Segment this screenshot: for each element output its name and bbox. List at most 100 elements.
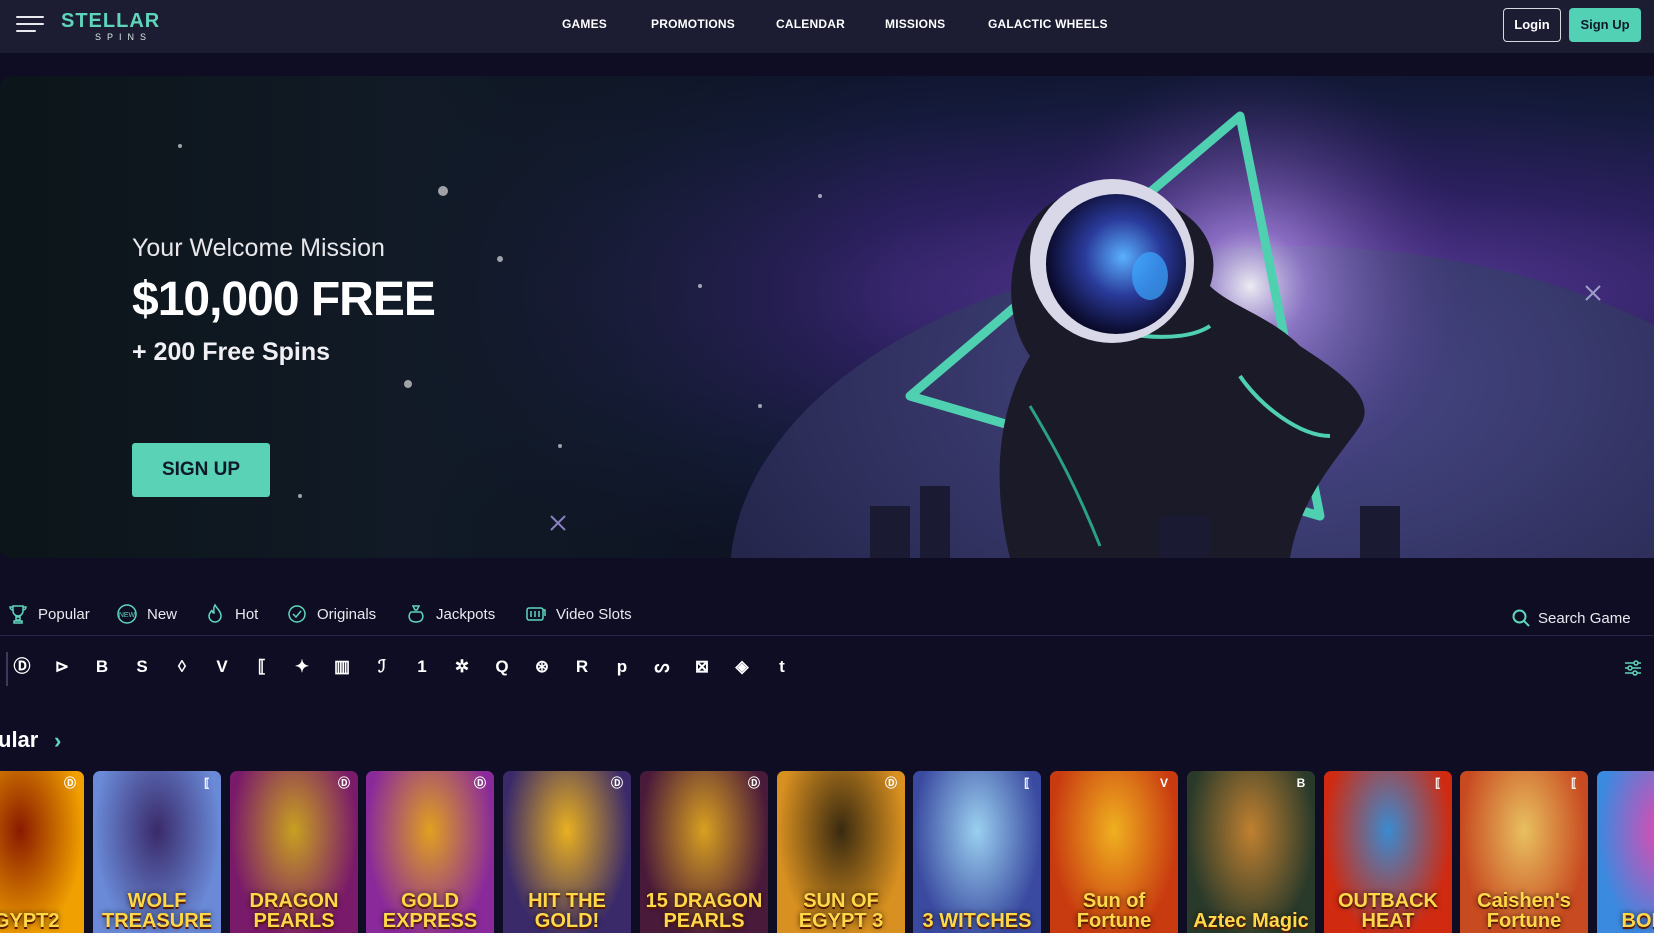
tab-label: Video Slots [556,605,632,623]
hero-headline: $10,000 FREE [132,273,436,326]
game-title: GOLD EXPRESS [382,890,478,932]
game-title: SUN OF EGYPT 3 [798,890,884,932]
game-thumbnail [1187,771,1315,933]
logo[interactable]: STELLAR SPINS [61,10,181,42]
logo-text: STELLAR [61,10,161,32]
game-title: Sun of Fortune [1076,890,1152,932]
hamburger-menu-icon[interactable] [16,16,44,34]
tab-popular[interactable]: Popular [6,598,90,630]
provider-icon[interactable]: S [128,653,156,681]
game-title: OUTBACK HEAT [1338,890,1438,932]
provider-icon[interactable]: ⊠ [688,653,716,681]
provider-icon[interactable]: V [208,653,236,681]
game-title: Caishen's Fortune [1477,890,1571,932]
logo-subtext: SPINS [95,32,153,42]
search-icon [1512,609,1530,627]
money-bag-icon [408,605,424,623]
provider-icon[interactable]: ⊛ [528,653,556,681]
provider-badge-icon: ⟦ [1024,776,1030,790]
tab-video-slots[interactable]: Video Slots [524,598,632,630]
section-chevron-right-icon[interactable]: › [54,728,61,754]
game-title: BON BU [1621,910,1654,932]
signup-button[interactable]: Sign Up [1569,8,1641,42]
game-title: EGYPT2 [0,910,60,932]
provider-badge-icon: V [1159,776,1168,790]
provider-icon[interactable]: ᔕ [648,653,676,681]
game-title: WOLF TREASURE [101,890,212,932]
tab-originals[interactable]: Originals [285,598,376,630]
game-thumbnail [1597,771,1654,933]
game-thumbnail [913,771,1041,933]
provider-icon[interactable]: p [608,653,636,681]
nav-games[interactable]: GAMES [562,17,607,31]
hero-free-spins: + 200 Free Spins [132,338,331,366]
game-tile[interactable]: EGYPT2 Ⓓ [0,771,84,933]
game-tile[interactable]: WOLF TREASURE ⟦ [93,771,221,933]
provider-icon[interactable]: 1 [408,653,436,681]
provider-badge-icon: Ⓓ [884,776,897,790]
nav-galactic-wheels[interactable]: GALACTIC WHEELS [988,17,1108,31]
tab-label: Originals [317,605,377,623]
provider-badge-icon: Ⓓ [337,776,350,790]
provider-icon[interactable]: ✲ [448,653,476,681]
search-game[interactable]: Search Game [1512,606,1631,630]
hero-signup-button[interactable]: SIGN UP [132,443,270,497]
tab-label: Hot [235,605,259,623]
tab-label: Jackpots [436,605,496,623]
game-title: 3 WITCHES [922,910,1032,932]
game-tile[interactable]: SUN OF EGYPT 3 Ⓓ [777,771,905,933]
game-tile[interactable]: HIT THE GOLD! Ⓓ [503,771,631,933]
provider-badge-icon: ⟦ [204,776,210,790]
top-bar: STELLAR SPINS GAMES PROMOTIONS CALENDAR … [0,0,1654,53]
search-label: Search Game [1538,609,1631,627]
tab-new[interactable]: NEW New [115,598,177,630]
provider-icon[interactable]: ◈ [728,653,756,681]
game-tile[interactable]: 15 DRAGON PEARLS Ⓓ [640,771,768,933]
provider-icon[interactable]: ✦ [288,653,316,681]
provider-icon[interactable]: ℐ [368,653,396,681]
provider-icon[interactable]: ▥ [328,653,356,681]
provider-badge-icon: Ⓓ [610,776,623,790]
game-tile[interactable]: OUTBACK HEAT ⟦ [1324,771,1452,933]
filter-sliders-icon[interactable] [1623,659,1643,677]
provider-icon[interactable]: R [568,653,596,681]
game-tile[interactable]: Aztec Magic B [1187,771,1315,933]
provider-badge-icon: Ⓓ [473,776,486,790]
svg-text:NEW: NEW [119,612,136,619]
provider-icon[interactable]: Q [488,653,516,681]
game-tile[interactable]: 3 WITCHES ⟦ [913,771,1041,933]
nav-missions[interactable]: MISSIONS [885,17,945,31]
nav-calendar[interactable]: CALENDAR [776,17,845,31]
game-title: 15 DRAGON PEARLS [645,890,763,932]
new-badge-icon: NEW [117,604,137,624]
tab-jackpots[interactable]: Jackpots [404,598,495,630]
provider-icon[interactable]: ⟦ [248,653,276,681]
game-title: DRAGON PEARLS [249,890,339,932]
provider-icon[interactable]: Ⓓ [8,653,36,681]
provider-badge-icon: ⟦ [1571,776,1577,790]
provider-badge-icon: ⟦ [1435,776,1441,790]
provider-icon[interactable]: ⊳ [48,653,76,681]
originals-icon [288,605,306,623]
provider-icon[interactable]: B [88,653,116,681]
game-title: HIT THE GOLD! [528,890,606,932]
game-tile[interactable]: DRAGON PEARLS Ⓓ [230,771,358,933]
game-title: Aztec Magic [1193,910,1309,932]
login-button[interactable]: Login [1503,8,1561,42]
game-thumbnail [0,771,84,933]
tab-hot[interactable]: Hot [203,598,258,630]
hero-subtitle: Your Welcome Mission [132,234,385,262]
provider-badge-icon: Ⓓ [63,776,76,790]
game-tile[interactable]: BON BU [1597,771,1654,933]
trophy-icon [9,605,27,624]
game-tile[interactable]: Caishen's Fortune ⟦ [1460,771,1588,933]
game-tile[interactable]: Sun of Fortune V [1050,771,1178,933]
hero-banner[interactable]: Your Welcome Mission $10,000 FREE + 200 … [0,76,1654,558]
provider-icon[interactable]: t [768,653,796,681]
game-tile[interactable]: GOLD EXPRESS Ⓓ [366,771,494,933]
category-tabs: Popular NEW New Hot Originals Jackpots V… [0,598,1654,636]
nav-promotions[interactable]: PROMOTIONS [651,17,735,31]
divider [0,635,1654,636]
slot-machine-icon [526,607,546,621]
provider-icon[interactable]: ◊ [168,653,196,681]
